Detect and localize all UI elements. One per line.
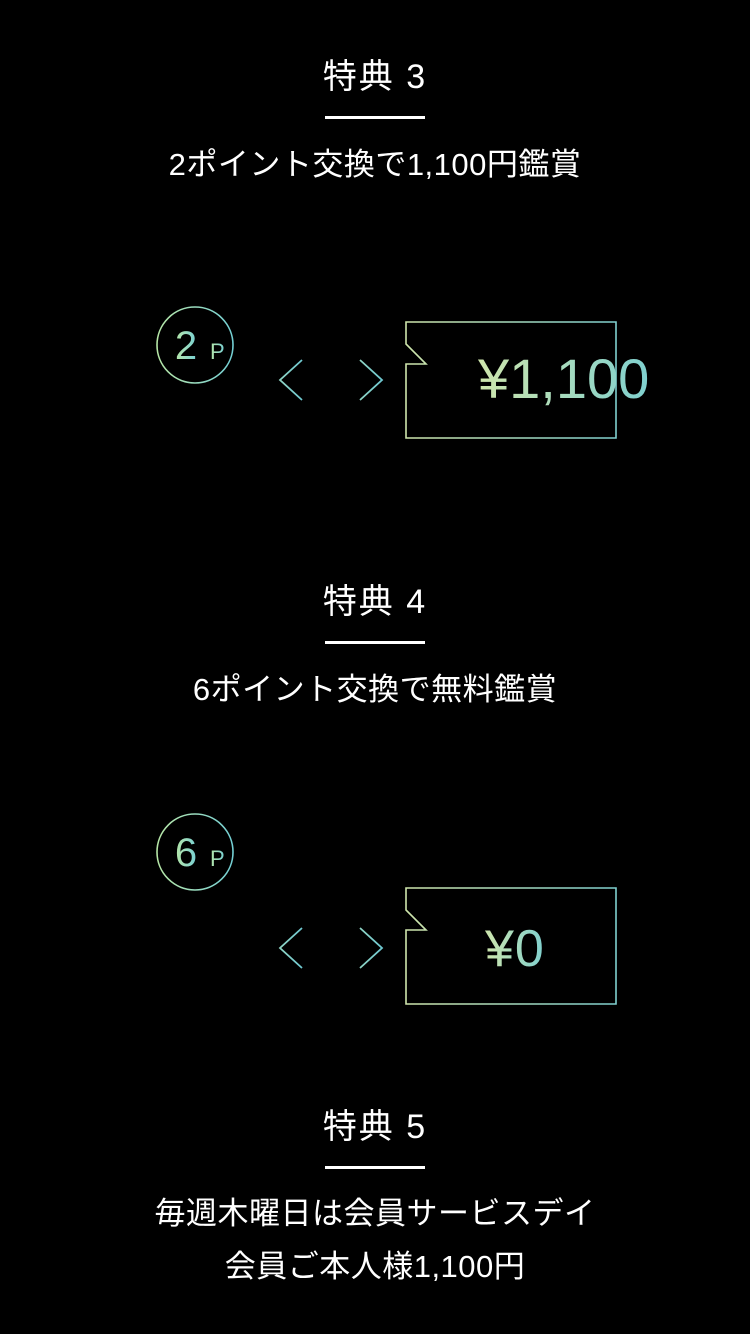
benefits-page: 特典 3 2ポイント交換で1,100円鑑賞 2 P ¥1,100 特典 4 6ポ… bbox=[0, 0, 750, 1334]
benefit-4-heading: 特典 4 bbox=[0, 585, 750, 644]
svg-text:¥1,100: ¥1,100 bbox=[477, 347, 649, 410]
svg-text:P: P bbox=[210, 339, 225, 364]
svg-text:¥0: ¥0 bbox=[484, 920, 545, 978]
benefit-5-heading: 特典 5 bbox=[0, 1110, 750, 1169]
benefit-4-illustration: 6 P ¥0 bbox=[0, 810, 750, 1010]
coin-2p: 2 P bbox=[156, 306, 234, 384]
exchange-arrow-icon bbox=[278, 927, 384, 969]
ticket-0: ¥0 bbox=[405, 887, 617, 1005]
benefit-3-subtitle: 2ポイント交換で1,100円鑑賞 bbox=[168, 147, 582, 182]
benefit-5-underline bbox=[325, 1166, 425, 1169]
benefit-5-subtitle-line-1: 毎週木曜日は会員サービスデイ bbox=[154, 1196, 596, 1231]
coin-stack-lines bbox=[134, 400, 256, 423]
benefit-4-subtitle: 6ポイント交換で無料鑑賞 bbox=[192, 672, 558, 707]
benefit-3-title: 特典 3 bbox=[322, 58, 428, 96]
coin-stack-lines bbox=[134, 899, 256, 1001]
benefit-5-subtitle-line-2: 会員ご本人様1,100円 bbox=[224, 1249, 526, 1284]
ticket-1100: ¥1,100 bbox=[405, 321, 649, 439]
benefit-3-illustration: 2 P ¥1,100 bbox=[0, 300, 750, 460]
benefit-5-title: 特典 5 bbox=[322, 1108, 428, 1146]
benefit-3-underline bbox=[325, 116, 425, 119]
exchange-arrow-icon bbox=[278, 359, 384, 401]
coin-6p: 6 P bbox=[156, 813, 234, 891]
svg-text:6: 6 bbox=[175, 831, 197, 875]
benefit-3-heading: 特典 3 bbox=[0, 60, 750, 119]
svg-text:P: P bbox=[210, 846, 225, 871]
benefit-4-underline bbox=[325, 641, 425, 644]
svg-text:2: 2 bbox=[175, 324, 197, 368]
benefit-4-title: 特典 4 bbox=[322, 583, 428, 621]
